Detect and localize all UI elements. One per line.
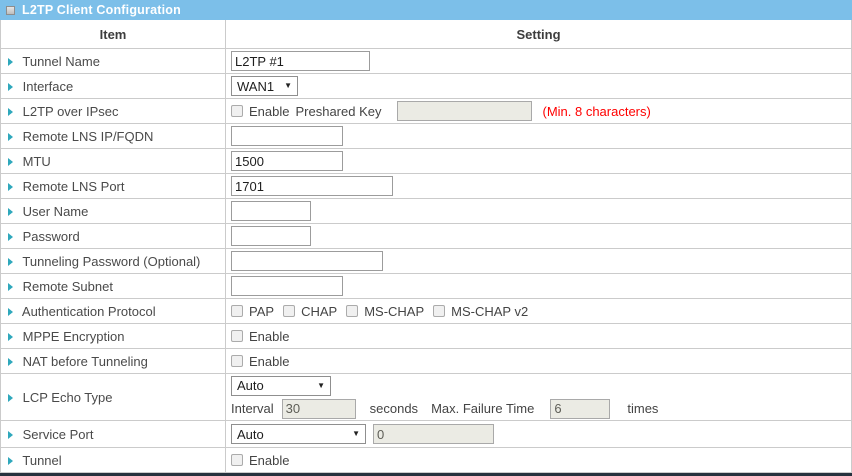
- service-port-number-input: [373, 424, 494, 444]
- triangle-right-icon: [8, 83, 13, 91]
- triangle-right-icon: [8, 283, 13, 291]
- interval-label: Interval: [231, 401, 274, 416]
- remote-lns-port-input[interactable]: [231, 176, 393, 196]
- interface-select[interactable]: WAN1 ▼: [231, 76, 298, 96]
- triangle-right-icon: [8, 258, 13, 266]
- enable-checkbox-label: Enable: [249, 354, 289, 369]
- preshared-key-hint: (Min. 8 characters): [542, 104, 650, 119]
- l2tp-ipsec-enable-checkbox[interactable]: [231, 105, 243, 117]
- row-label: LCP Echo Type: [23, 390, 113, 405]
- configuration-table: Item Setting Tunnel Name Interface: [0, 20, 852, 473]
- chevron-down-icon: ▼: [317, 382, 325, 390]
- pap-checkbox-label: PAP: [249, 304, 274, 319]
- ms-chap-v2-checkbox[interactable]: [433, 305, 445, 317]
- chap-checkbox-label: CHAP: [301, 304, 337, 319]
- table-row-user-name: User Name: [1, 199, 852, 224]
- triangle-right-icon: [8, 333, 13, 341]
- table-row-l2tp-over-ipsec: L2TP over IPsec Enable Preshared Key (Mi…: [1, 99, 852, 124]
- triangle-right-icon: [8, 394, 13, 402]
- table-row-mppe-encryption: MPPE Encryption Enable: [1, 324, 852, 349]
- triangle-right-icon: [8, 58, 13, 66]
- service-port-select[interactable]: Auto ▼: [231, 424, 366, 444]
- triangle-right-icon: [8, 108, 13, 116]
- table-row-remote-subnet: Remote Subnet: [1, 274, 852, 299]
- tunnel-name-input[interactable]: [231, 51, 370, 71]
- panel-titlebar: L2TP Client Configuration: [0, 0, 852, 20]
- enable-checkbox-label: Enable: [249, 329, 289, 344]
- service-port-select-value: Auto: [237, 427, 264, 442]
- preshared-key-label: Preshared Key: [295, 104, 381, 119]
- row-label: L2TP over IPsec: [23, 104, 119, 119]
- table-row-tunneling-password: Tunneling Password (Optional): [1, 249, 852, 274]
- seconds-label: seconds: [370, 401, 418, 416]
- triangle-right-icon: [8, 358, 13, 366]
- lcp-echo-type-select[interactable]: Auto ▼: [231, 376, 331, 396]
- window-box-icon: [6, 6, 15, 15]
- column-header-setting: Setting: [226, 20, 852, 49]
- max-failure-time-label: Max. Failure Time: [431, 401, 534, 416]
- table-row-interface: Interface WAN1 ▼: [1, 74, 852, 99]
- ms-chap-checkbox[interactable]: [346, 305, 358, 317]
- row-label: Tunnel: [22, 453, 61, 468]
- row-label: Remote LNS IP/FQDN: [23, 129, 154, 144]
- max-failure-time-input: [550, 399, 610, 419]
- triangle-right-icon: [8, 208, 13, 216]
- row-label: Password: [23, 229, 80, 244]
- nat-enable-checkbox[interactable]: [231, 355, 243, 367]
- user-name-input[interactable]: [231, 201, 311, 221]
- row-label: Service Port: [23, 427, 94, 442]
- table-row-service-port: Service Port Auto ▼: [1, 421, 852, 448]
- table-row-lcp-echo-type: LCP Echo Type Auto ▼ Interval seconds Ma…: [1, 374, 852, 421]
- panel-title: L2TP Client Configuration: [22, 3, 181, 17]
- triangle-right-icon: [8, 133, 13, 141]
- row-label: Tunneling Password (Optional): [22, 254, 200, 269]
- password-input[interactable]: [231, 226, 311, 246]
- ms-chap-v2-checkbox-label: MS-CHAP v2: [451, 304, 528, 319]
- times-label: times: [627, 401, 658, 416]
- triangle-right-icon: [8, 457, 13, 465]
- chevron-down-icon: ▼: [352, 430, 360, 438]
- row-label: NAT before Tunneling: [23, 354, 148, 369]
- triangle-right-icon: [8, 158, 13, 166]
- interface-select-value: WAN1: [237, 79, 274, 94]
- table-row-tunnel: Tunnel Enable: [1, 448, 852, 473]
- lcp-echo-type-select-value: Auto: [237, 378, 264, 393]
- row-label: Remote Subnet: [23, 279, 113, 294]
- triangle-right-icon: [8, 308, 13, 316]
- table-row-tunnel-name: Tunnel Name: [1, 49, 852, 74]
- mtu-input[interactable]: [231, 151, 343, 171]
- chevron-down-icon: ▼: [284, 82, 292, 90]
- triangle-right-icon: [8, 233, 13, 241]
- column-header-item: Item: [1, 20, 226, 49]
- row-label: MTU: [23, 154, 51, 169]
- row-label: Authentication Protocol: [22, 304, 156, 319]
- remote-subnet-input[interactable]: [231, 276, 343, 296]
- row-label: Interface: [23, 79, 74, 94]
- preshared-key-input: [397, 101, 532, 121]
- triangle-right-icon: [8, 431, 13, 439]
- table-row-password: Password: [1, 224, 852, 249]
- chap-checkbox[interactable]: [283, 305, 295, 317]
- enable-checkbox-label: Enable: [249, 104, 289, 119]
- table-row-nat-before-tunneling: NAT before Tunneling Enable: [1, 349, 852, 374]
- remote-lns-ip-input[interactable]: [231, 126, 343, 146]
- row-label: Remote LNS Port: [23, 179, 125, 194]
- row-label: User Name: [23, 204, 89, 219]
- table-row-remote-lns-ip: Remote LNS IP/FQDN: [1, 124, 852, 149]
- tunnel-enable-checkbox[interactable]: [231, 454, 243, 466]
- ms-chap-checkbox-label: MS-CHAP: [364, 304, 424, 319]
- table-row-mtu: MTU: [1, 149, 852, 174]
- l2tp-client-configuration-panel: L2TP Client Configuration Item Setting T…: [0, 0, 852, 476]
- pap-checkbox[interactable]: [231, 305, 243, 317]
- interval-input: [282, 399, 356, 419]
- triangle-right-icon: [8, 183, 13, 191]
- table-row-remote-lns-port: Remote LNS Port: [1, 174, 852, 199]
- enable-checkbox-label: Enable: [249, 453, 289, 468]
- tunneling-password-input[interactable]: [231, 251, 383, 271]
- mppe-enable-checkbox[interactable]: [231, 330, 243, 342]
- row-label: MPPE Encryption: [23, 329, 125, 344]
- table-header-row: Item Setting: [1, 20, 852, 49]
- row-label: Tunnel Name: [22, 54, 100, 69]
- table-row-authentication-protocol: Authentication Protocol PAP CHAP: [1, 299, 852, 324]
